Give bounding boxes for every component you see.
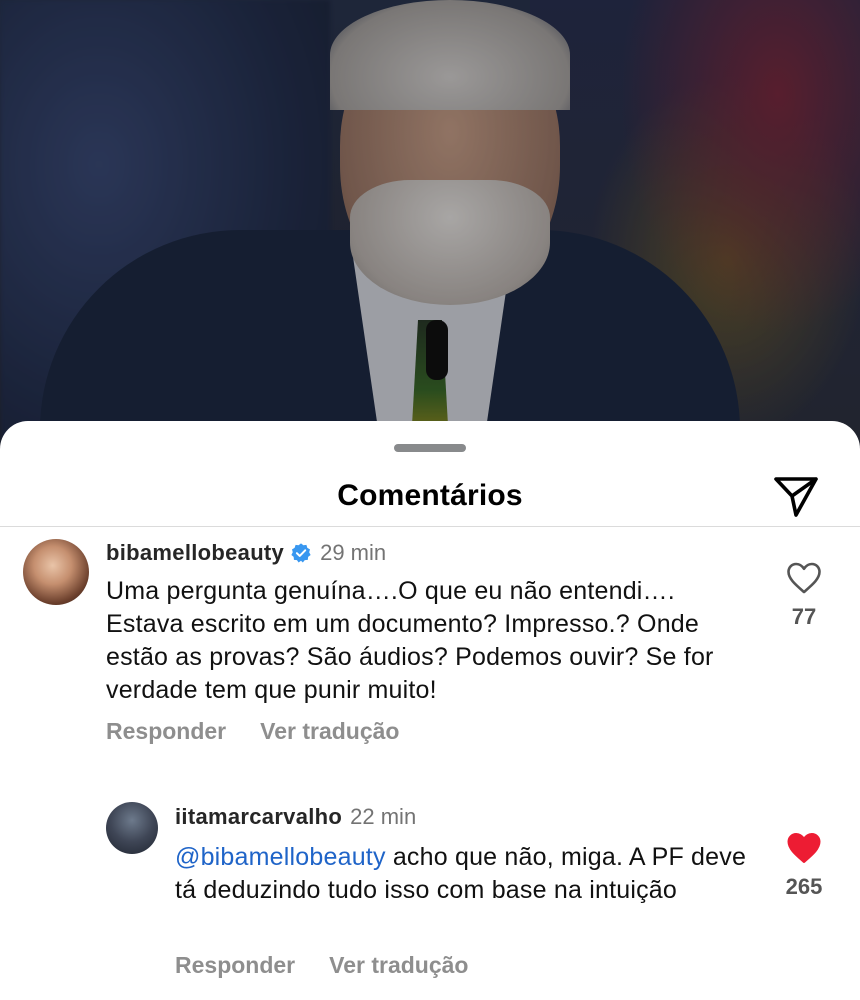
comment-meta: bibamellobeauty 29 min bbox=[106, 540, 386, 566]
comment-username[interactable]: iitamarcarvalho bbox=[175, 804, 342, 830]
comment-text: Uma pergunta genuína….O que eu não enten… bbox=[106, 575, 756, 707]
comment-time: 22 min bbox=[350, 804, 417, 829]
paper-plane-icon bbox=[774, 477, 818, 517]
comment-actions: Responder Ver tradução bbox=[175, 952, 468, 979]
comment-text: @bibamellobeauty acho que não, miga. A P… bbox=[175, 841, 765, 907]
comment-username[interactable]: bibamellobeauty bbox=[106, 540, 284, 566]
share-button[interactable] bbox=[770, 473, 822, 521]
translate-button[interactable]: Ver tradução bbox=[329, 952, 468, 979]
avatar[interactable] bbox=[23, 539, 89, 605]
like-count: 77 bbox=[791, 604, 817, 629]
comment-time: 29 min bbox=[320, 540, 387, 565]
sheet-grabber[interactable] bbox=[394, 444, 466, 452]
heart-icon bbox=[787, 833, 821, 863]
translate-button[interactable]: Ver tradução bbox=[260, 718, 399, 745]
comment-meta: iitamarcarvalho 22 min bbox=[175, 804, 416, 830]
like-button[interactable]: 77 bbox=[782, 562, 826, 630]
post-background-photo bbox=[0, 0, 860, 470]
comment-actions: Responder Ver tradução bbox=[106, 718, 399, 745]
like-count: 265 bbox=[785, 874, 823, 899]
heart-icon bbox=[787, 562, 821, 594]
sheet-divider bbox=[0, 526, 860, 527]
reply-button[interactable]: Responder bbox=[106, 718, 226, 745]
comment-body: Uma pergunta genuína….O que eu não enten… bbox=[106, 577, 714, 704]
verified-badge-icon bbox=[291, 543, 311, 563]
like-button[interactable]: 265 bbox=[782, 832, 826, 900]
sheet-title: Comentários bbox=[337, 479, 523, 512]
avatar[interactable] bbox=[106, 802, 158, 854]
comment-mention[interactable]: @bibamellobeauty bbox=[175, 843, 386, 871]
photo-dim-overlay bbox=[0, 0, 860, 470]
reply-button[interactable]: Responder bbox=[175, 952, 295, 979]
comments-sheet: Comentários bibamellobeauty 29 min Uma p… bbox=[0, 421, 860, 1000]
